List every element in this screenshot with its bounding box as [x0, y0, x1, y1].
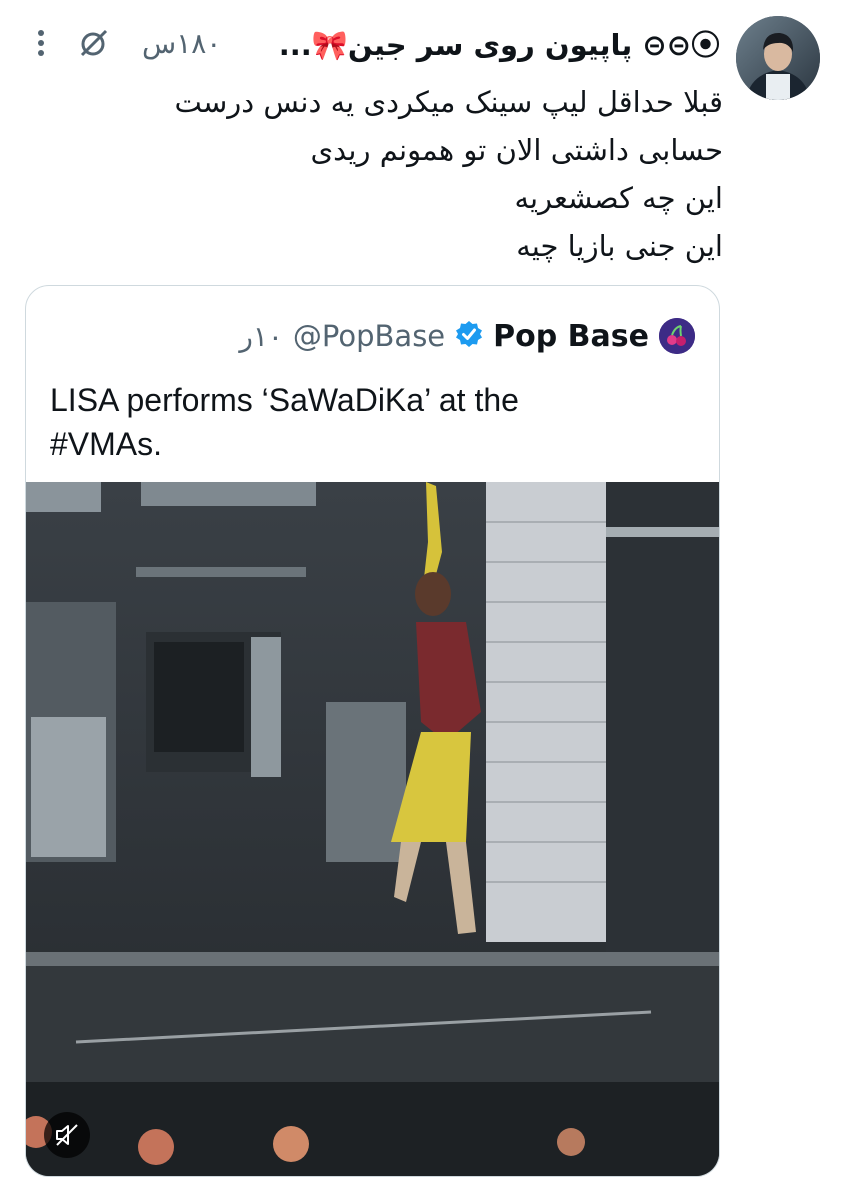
quoted-tweet-text: LISA performs ‘SaWaDiKa’ at the #VMAs.: [50, 378, 690, 466]
quoted-tweet-timestamp[interactable]: ۱۰ر: [239, 320, 283, 353]
cherry-logo-icon: [659, 318, 695, 354]
tweet-text-line: حسابی داشتی الان تو همونم ریدی: [310, 133, 723, 167]
quoted-text-line: #VMAs.: [50, 426, 163, 462]
quoted-tweet-header: ۱۰ر @PopBase Pop Base: [239, 314, 695, 358]
more-vertical-icon[interactable]: [30, 23, 52, 63]
quoted-author-name[interactable]: Pop Base: [493, 319, 649, 354]
tweet-header: ۱۸۰س ⦿⊝⊝ پاپیون روی سر جین🎀...: [30, 18, 720, 68]
tweet-body: قبلا حداقل لیپ سینک میکردی یه دنس درست ح…: [83, 78, 723, 270]
verified-badge-icon: [455, 320, 483, 352]
author-display-name[interactable]: ⦿⊝⊝ پاپیون روی سر جین🎀...: [279, 22, 720, 64]
tweet-text-line: قبلا حداقل لیپ سینک میکردی یه دنس درست: [174, 85, 723, 119]
quoted-tweet-card[interactable]: ۱۰ر @PopBase Pop Base LISA performs ‘SaW…: [25, 285, 720, 1177]
video-frame: [26, 482, 719, 1176]
volume-muted-icon[interactable]: [44, 1112, 90, 1158]
tweet-text-line: این چه کصشعریه: [514, 181, 723, 215]
quoted-author-handle[interactable]: @PopBase: [293, 319, 445, 353]
grok-icon[interactable]: [74, 23, 114, 63]
tweet-text-line: این جنی بازیا چیه: [516, 229, 723, 263]
tweet-timestamp[interactable]: ۱۸۰س: [142, 27, 221, 60]
quoted-author-avatar[interactable]: [659, 318, 695, 354]
author-avatar[interactable]: [736, 16, 820, 100]
quoted-text-line: LISA performs ‘SaWaDiKa’ at the: [50, 382, 519, 418]
avatar-image: [736, 16, 820, 100]
quoted-video[interactable]: [26, 482, 719, 1176]
